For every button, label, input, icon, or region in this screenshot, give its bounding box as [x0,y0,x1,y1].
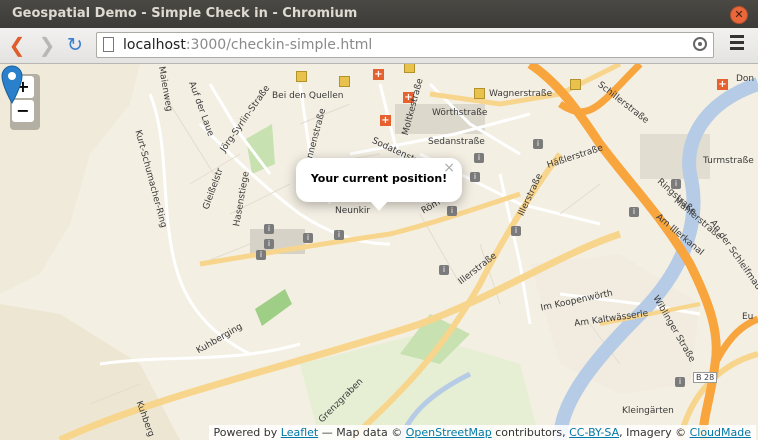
poi-icon: i [629,207,639,217]
address-bar[interactable]: localhost:3000/checkin-simple.html [96,32,714,58]
poi-icon: i [474,153,484,163]
poi-icon: i [334,230,344,240]
poi-icon: i [264,239,274,249]
map-label: Don [736,74,755,84]
poi-icon: i [303,233,313,243]
window-title: Geospatial Demo - Simple Check in - Chro… [12,6,358,21]
leaflet-link[interactable]: Leaflet [281,426,318,439]
title-bar: Geospatial Demo - Simple Check in - Chro… [0,0,758,28]
cc-by-sa-link[interactable]: CC-BY-SA [569,426,619,439]
map-label: B 28 [693,372,718,383]
poi-icon: i [675,377,685,387]
map-label: Kleingärten [622,406,674,416]
close-icon[interactable]: ✕ [730,6,748,24]
map-label: Neunkir [335,206,371,216]
page-icon [103,37,114,52]
browser-window: Geospatial Demo - Simple Check in - Chro… [0,0,758,440]
bus-stop-icon [570,79,581,90]
url-text[interactable]: localhost:3000/checkin-simple.html [123,37,372,53]
map-label: Turmstraße [703,156,754,166]
poi-icon: i [470,172,480,182]
forward-icon[interactable]: ❯ [36,34,58,56]
map-popup: × Your current position! [296,158,462,202]
poi-icon: i [511,226,521,236]
poi-icon: i [447,206,457,216]
location-marker-icon[interactable] [0,64,24,104]
map-label: Bei den Quellen [272,91,344,101]
map-label: Wörthstraße [432,108,488,118]
poi-icon: i [256,250,266,260]
bus-stop-icon [339,76,350,87]
popup-content: Your current position! [310,172,448,185]
reload-icon[interactable]: ↻ [64,34,86,56]
cloudmade-link[interactable]: CloudMade [690,426,751,439]
popup-tip [369,200,389,211]
bus-stop-icon [474,88,485,99]
poi-icon: i [264,224,274,234]
hospital-icon: + [717,79,728,90]
osm-link[interactable]: OpenStreetMap [406,426,492,439]
menu-icon[interactable] [730,35,744,51]
poi-icon: i [439,265,449,275]
bus-stop-icon [404,64,415,73]
hospital-icon: + [380,115,391,126]
hospital-icon: + [373,69,384,80]
map-label: Sedanstraße [428,137,485,147]
back-icon[interactable]: ❮ [6,34,28,56]
browser-toolbar: ❮ ❯ ↻ localhost:3000/checkin-simple.html [0,28,758,64]
map-label: Eu [742,312,754,322]
location-icon[interactable] [693,37,707,51]
bus-stop-icon [296,71,307,82]
attribution: Powered by Leaflet — Map data © OpenStre… [208,425,756,440]
map-view[interactable]: + + + + i i i i i i i i i i i i i i Bei … [0,64,758,440]
map-label: Wagnerstraße [489,89,553,99]
poi-icon: i [533,139,543,149]
